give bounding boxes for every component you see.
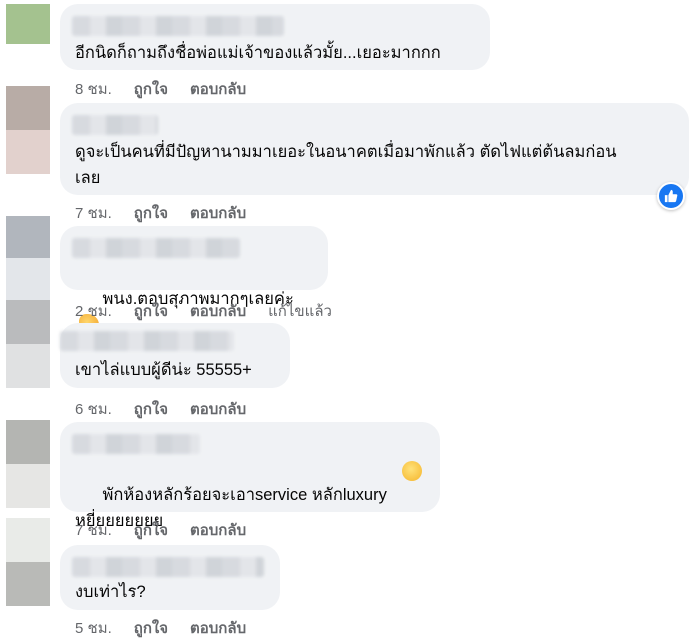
comment-actions: 7 ชม. ถูกใจ ตอบกลับ (75, 518, 268, 542)
avatar[interactable] (6, 300, 50, 388)
comment-actions: 6 ชม. ถูกใจ ตอบกลับ (75, 397, 268, 421)
reply-button[interactable]: ตอบกลับ (190, 518, 246, 542)
reply-button[interactable]: ตอบกลับ (190, 397, 246, 421)
commenter-name-redacted[interactable] (72, 238, 240, 258)
comment-time[interactable]: 7 ชม. (75, 201, 112, 225)
avatar[interactable] (6, 518, 50, 606)
comment-bubble: อีกนิดก็ถามถึงชื่อพ่อแม่เจ้าของแล้วมั้ย.… (60, 4, 490, 70)
comment-bubble: ดูจะเป็นคนที่มีปัญหานามมาเยอะในอนาคตเมื่… (60, 103, 689, 210)
comment-actions: 2 ชม. ถูกใจ ตอบกลับ แก้ไขแล้ว (75, 299, 354, 323)
reply-button[interactable]: ตอบกลับ (190, 616, 246, 640)
comment-time[interactable]: 7 ชม. (75, 518, 112, 542)
reply-button[interactable]: ตอบกลับ (190, 201, 246, 225)
like-button[interactable]: ถูกใจ (134, 299, 168, 323)
comment-bubble: พนง.ตอบสุภาพมากๆเลยค่ะ (60, 226, 328, 334)
edited-label: แก้ไขแล้ว (268, 303, 332, 320)
comment-time[interactable]: 2 ชม. (75, 299, 112, 323)
avatar[interactable] (6, 86, 50, 174)
thumbs-up-icon (664, 189, 678, 203)
avatar[interactable] (6, 420, 50, 508)
like-button[interactable]: ถูกใจ (134, 616, 168, 640)
comment-actions: 7 ชม. ถูกใจ ตอบกลับ (75, 201, 268, 225)
comment-bubble: งบเท่าไร? (60, 545, 280, 610)
comment-actions: 5 ชม. ถูกใจ ตอบกลับ (75, 616, 268, 640)
commenter-name-redacted[interactable] (72, 16, 284, 36)
comment-text: เขาไล่แบบผู้ดีน่ะ 55555+ (75, 361, 252, 379)
grinning-sweat-icon (402, 461, 422, 481)
avatar[interactable] (6, 216, 50, 300)
like-button[interactable]: ถูกใจ (134, 397, 168, 421)
comment-time[interactable]: 6 ชม. (75, 397, 112, 421)
comment-time[interactable]: 5 ชม. (75, 616, 112, 640)
like-button[interactable]: ถูกใจ (134, 201, 168, 225)
comment-text: งบเท่าไร? (75, 583, 146, 601)
comment-text: อีกนิดก็ถามถึงชื่อพ่อแม่เจ้าของแล้วมั้ย.… (75, 44, 441, 62)
comment-bubble: เขาไล่แบบผู้ดีน่ะ 55555+ (60, 323, 290, 388)
commenter-name-redacted[interactable] (72, 557, 264, 577)
reply-button[interactable]: ตอบกลับ (190, 299, 246, 323)
comment-actions: 8 ชม. ถูกใจ ตอบกลับ (75, 77, 268, 101)
comment-bubble: พักห้องหลักร้อยจะเอาservice หลักluxury ห… (60, 422, 440, 530)
comment-time[interactable]: 8 ชม. (75, 77, 112, 101)
avatar[interactable] (6, 4, 50, 44)
reply-button[interactable]: ตอบกลับ (190, 77, 246, 101)
like-reaction-badge[interactable] (657, 182, 685, 210)
like-button[interactable]: ถูกใจ (134, 77, 168, 101)
comment-text: ดูจะเป็นคนที่มีปัญหานามมาเยอะในอนาคตเมื่… (75, 143, 617, 187)
commenter-name-redacted[interactable] (72, 434, 200, 454)
commenter-name-redacted[interactable] (72, 115, 158, 135)
like-button[interactable]: ถูกใจ (134, 518, 168, 542)
commenter-name-redacted[interactable] (60, 331, 234, 351)
